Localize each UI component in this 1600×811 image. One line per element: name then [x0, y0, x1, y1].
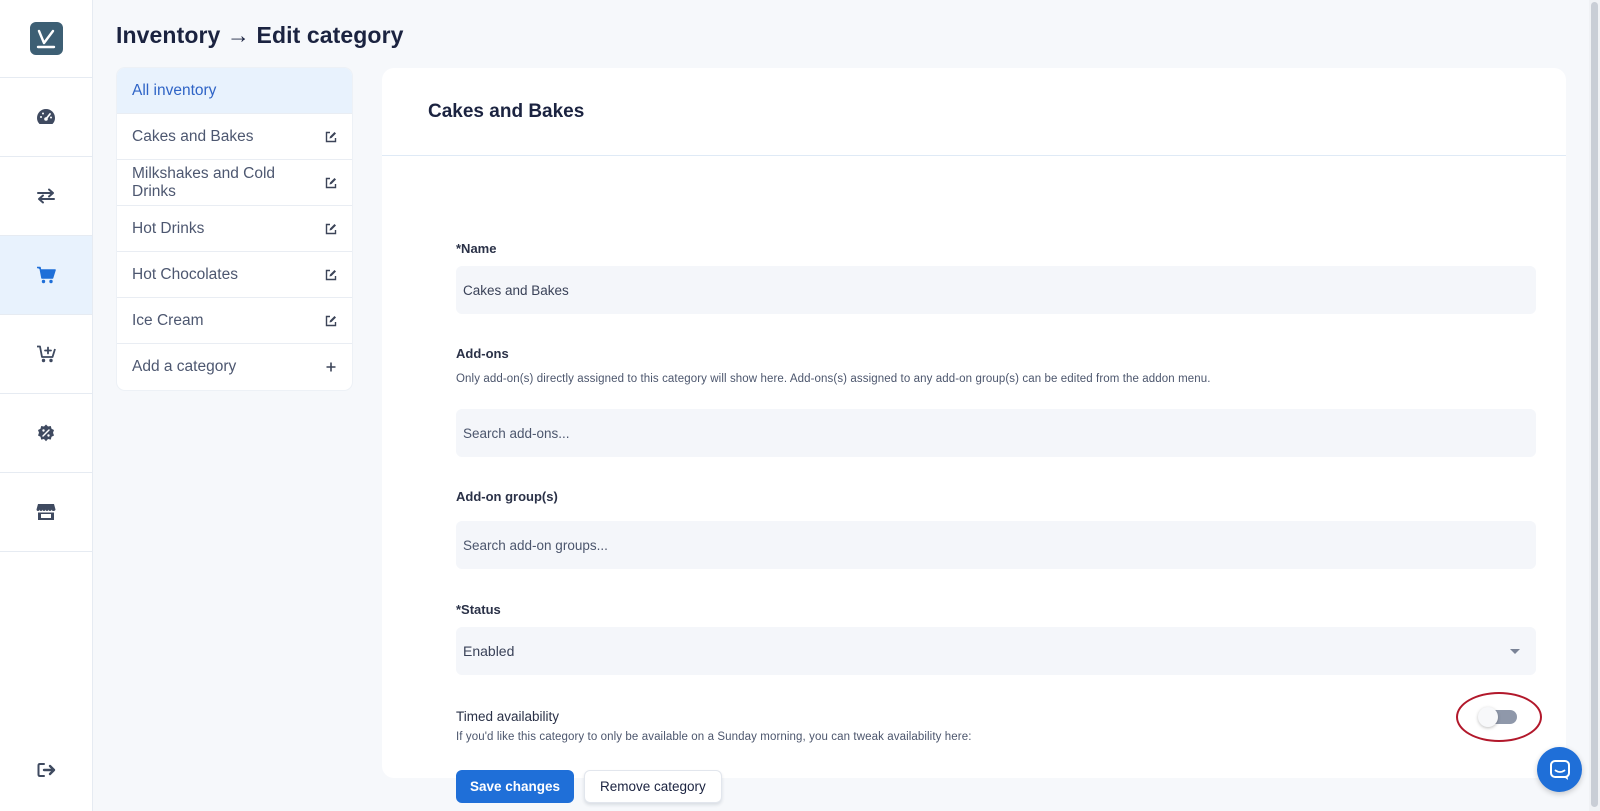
category-all-inventory[interactable]: All inventory	[117, 68, 352, 114]
page-scrollbar[interactable]	[1589, 0, 1600, 811]
chat-icon	[1549, 759, 1570, 780]
scrollbar-thumb[interactable]	[1591, 2, 1598, 807]
addons-label: Add-ons	[456, 346, 509, 361]
addon-groups-label: Add-on group(s)	[456, 489, 558, 504]
category-label: All inventory	[132, 81, 217, 99]
highlight-circle	[1456, 692, 1542, 742]
nav-transfers[interactable]	[0, 157, 92, 236]
edit-icon[interactable]	[324, 223, 338, 235]
edit-icon[interactable]	[324, 269, 338, 281]
discount-icon	[38, 424, 54, 442]
nav-store[interactable]	[0, 473, 92, 552]
addon-groups-search-input[interactable]: Search add-on groups...	[456, 521, 1536, 569]
status-select[interactable]: Enabled	[456, 627, 1536, 675]
remove-category-button[interactable]: Remove category	[584, 770, 722, 803]
left-nav-rail	[0, 0, 93, 811]
category-label: Hot Drinks	[132, 219, 205, 237]
addons-search-input[interactable]: Search add-ons...	[456, 409, 1536, 457]
edit-icon[interactable]	[324, 177, 338, 189]
category-item[interactable]: Milkshakes and Cold Drinks	[117, 160, 352, 206]
category-label: Ice Cream	[132, 311, 204, 329]
category-item[interactable]: Hot Drinks	[117, 206, 352, 252]
store-icon	[36, 504, 56, 520]
nav-orders[interactable]	[0, 315, 92, 394]
edit-category-card: Cakes and Bakes *Name Cakes and Bakes Ad…	[382, 68, 1566, 803]
name-input[interactable]: Cakes and Bakes	[456, 266, 1536, 314]
add-category-button[interactable]: Add a category	[117, 344, 352, 390]
category-label: Cakes and Bakes	[132, 127, 254, 145]
status-value: Enabled	[463, 643, 515, 659]
timed-availability-label: Timed availability	[456, 709, 560, 724]
name-label: *Name	[456, 241, 497, 256]
app-logo-icon	[29, 22, 63, 55]
nav-inventory[interactable]	[0, 236, 92, 315]
plus-icon	[324, 362, 338, 372]
timed-availability-toggle[interactable]	[1478, 707, 1517, 727]
timed-availability-hint: If you'd like this category to only be a…	[456, 731, 972, 743]
logout-icon	[37, 763, 56, 777]
logo[interactable]	[0, 0, 92, 78]
card-heading: Cakes and Bakes	[382, 68, 1566, 156]
chat-launcher-button[interactable]	[1537, 747, 1582, 792]
nav-discounts[interactable]	[0, 394, 92, 473]
addons-hint: Only add-on(s) directly assigned to this…	[456, 373, 1211, 385]
edit-icon[interactable]	[324, 131, 338, 143]
category-label: Milkshakes and Cold Drinks	[132, 164, 276, 200]
dashboard-icon	[37, 109, 55, 124]
transfer-icon	[37, 188, 55, 204]
category-item[interactable]: Ice Cream	[117, 298, 352, 344]
category-list: All inventory Cakes and Bakes Milkshakes…	[117, 68, 352, 390]
cart-icon	[37, 266, 56, 284]
category-item[interactable]: Cakes and Bakes	[117, 114, 352, 160]
nav-logout[interactable]	[0, 755, 93, 785]
toggle-knob	[1478, 707, 1498, 727]
chevron-down-icon	[1510, 648, 1520, 654]
save-changes-button[interactable]: Save changes	[456, 770, 575, 803]
add-category-label: Add a category	[132, 358, 237, 375]
page-title: Inventory → Edit category	[116, 22, 404, 48]
edit-icon[interactable]	[324, 315, 338, 327]
category-label: Hot Chocolates	[132, 265, 238, 283]
category-item[interactable]: Hot Chocolates	[117, 252, 352, 298]
status-label: *Status	[456, 602, 501, 617]
nav-dashboard[interactable]	[0, 78, 92, 157]
cart-add-icon	[37, 345, 56, 363]
